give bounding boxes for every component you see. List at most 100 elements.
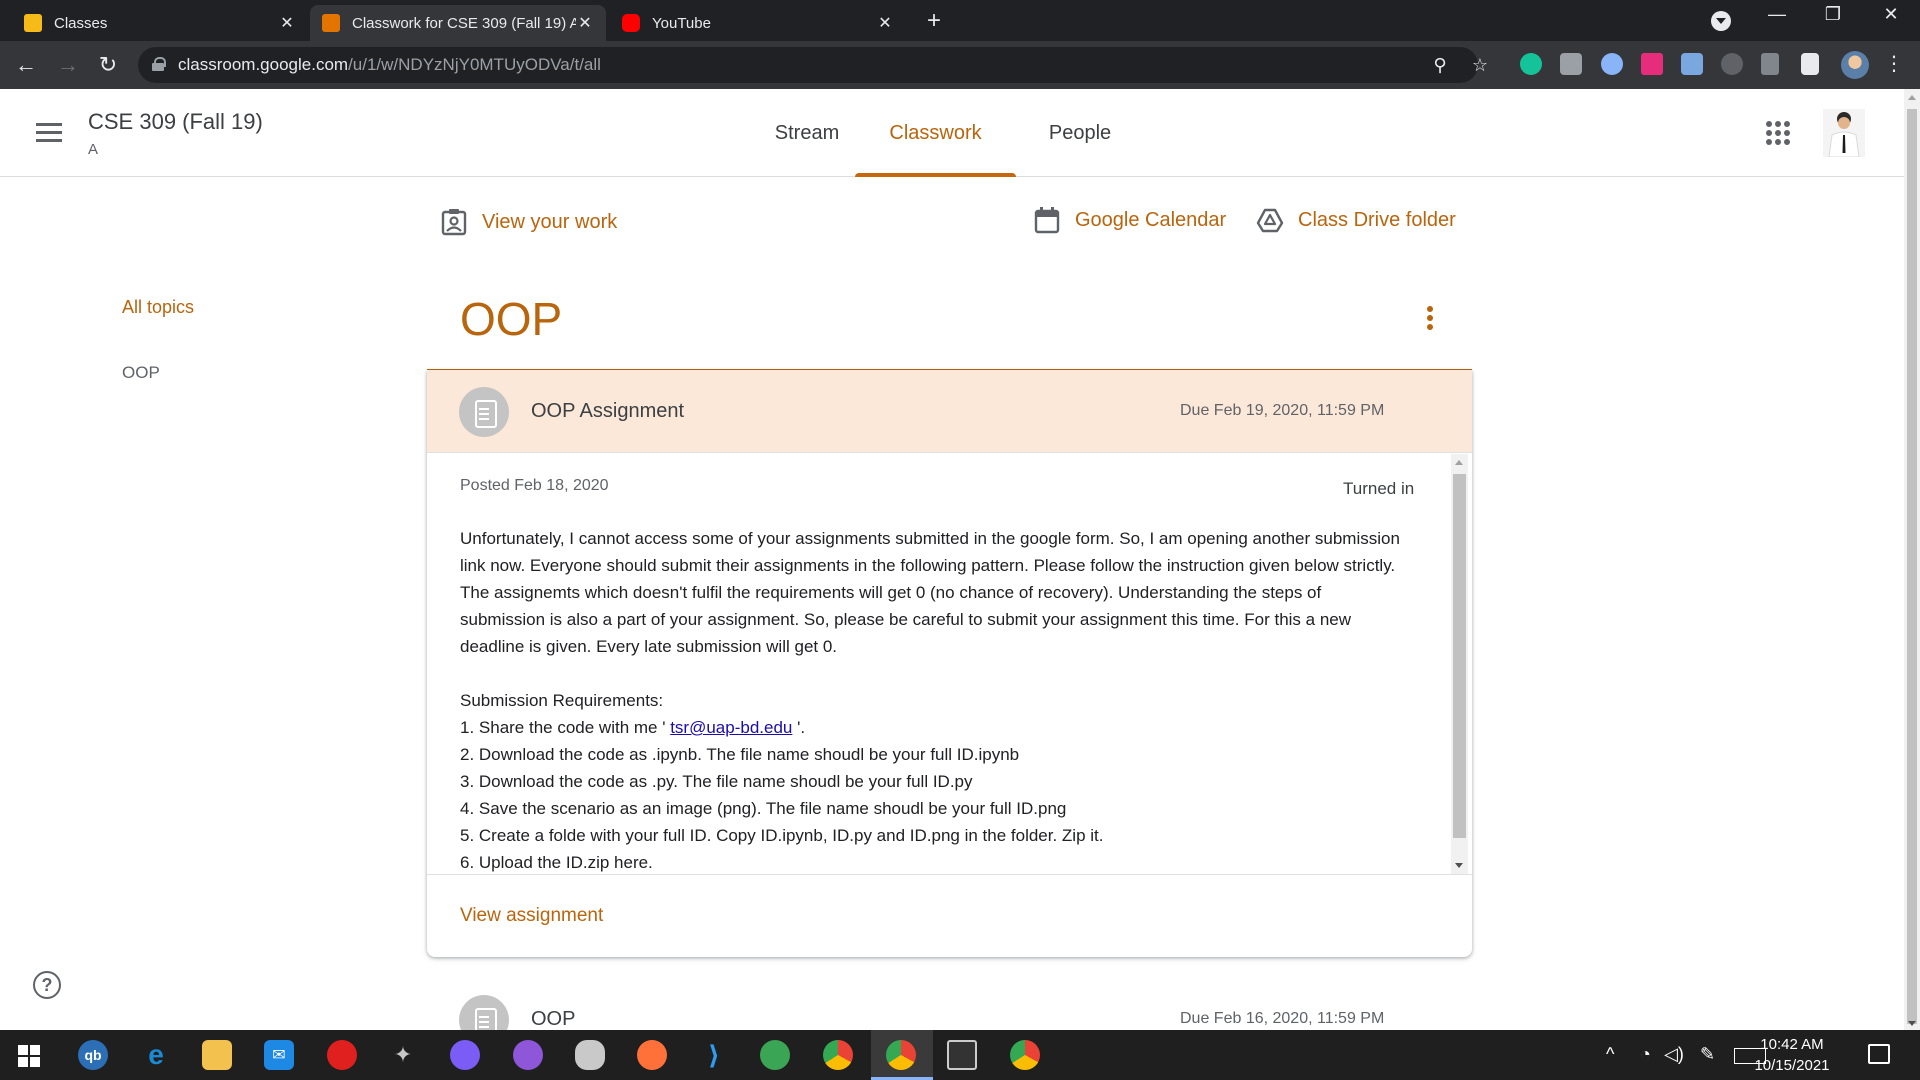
window-close-icon[interactable]: ✕ — [1876, 4, 1906, 25]
zoom-icon[interactable]: ⚲ — [1430, 55, 1450, 75]
scroll-down-icon[interactable] — [1455, 863, 1463, 868]
chrome-menu-icon[interactable]: ⋮ — [1884, 53, 1904, 75]
extension-icon[interactable] — [1721, 53, 1743, 75]
messenger-icon[interactable] — [450, 1040, 480, 1070]
play-extension-icon[interactable] — [1641, 53, 1663, 75]
posted-date: Posted Feb 18, 2020 — [460, 477, 609, 494]
scroll-up-icon[interactable] — [1455, 460, 1463, 465]
satellite-app-icon[interactable]: ✦ — [388, 1040, 418, 1070]
vscode-icon[interactable]: ⟩ — [699, 1040, 729, 1070]
assignment-title: OOP Assignment — [531, 400, 685, 422]
topic-more-options-icon[interactable] — [1426, 306, 1434, 334]
address-bar[interactable]: classroom.google.com/u/1/w/NDYzNjY0MTUyO… — [138, 47, 1488, 83]
chrome-icon[interactable] — [823, 1040, 853, 1070]
system-clock[interactable]: 10:42 AM 10/15/2021 — [1744, 1034, 1840, 1076]
browser-tab-bar: Classes ✕ Classwork for CSE 309 (Fall 19… — [0, 0, 1920, 41]
qb-app-icon[interactable]: qb — [78, 1040, 108, 1070]
menu-icon[interactable] — [36, 123, 62, 143]
earth-app-icon[interactable] — [760, 1040, 790, 1070]
next-assignment-row[interactable]: OOP Due Feb 16, 2020, 11:59 PM — [427, 990, 1472, 1030]
google-calendar-label: Google Calendar — [1075, 208, 1227, 231]
requirement-item: 6. Upload the ID.zip here. — [460, 853, 653, 872]
download-extension-icon[interactable] — [1681, 53, 1703, 75]
edge-icon[interactable]: e — [141, 1039, 171, 1070]
assignment-description: Unfortunately, I cannot access some of y… — [460, 525, 1400, 874]
wifi-icon[interactable]: ◔ — [1640, 1044, 1651, 1065]
pen-icon[interactable]: ✎ — [1700, 1044, 1715, 1065]
close-icon[interactable]: ✕ — [576, 13, 594, 33]
class-title[interactable]: CSE 309 (Fall 19) — [88, 109, 263, 135]
all-topics-link[interactable]: All topics — [122, 297, 194, 318]
paint-icon[interactable] — [575, 1040, 605, 1070]
bookmark-star-icon[interactable]: ☆ — [1470, 55, 1490, 75]
status-badge: Turned in — [1343, 479, 1415, 498]
profile-avatar-icon[interactable] — [1841, 51, 1869, 79]
class-drive-folder-link[interactable]: Class Drive folder — [1256, 206, 1456, 234]
pen-extension-icon[interactable] — [1761, 53, 1779, 75]
puzzle-extensions-icon[interactable] — [1801, 53, 1819, 75]
assignment-icon — [459, 995, 509, 1030]
tab-title: Classes — [54, 14, 108, 32]
opera-icon[interactable] — [327, 1040, 357, 1070]
grammarly-extension-icon[interactable] — [1520, 53, 1542, 75]
lock-icon — [152, 57, 166, 71]
back-icon[interactable]: ← — [12, 51, 40, 79]
scroll-up-icon[interactable] — [1908, 95, 1916, 100]
requirement-item: 2. Download the code as .ipynb. The file… — [460, 745, 1020, 764]
firefox-icon[interactable] — [637, 1040, 667, 1070]
show-hidden-icons-icon[interactable]: ^ — [1606, 1044, 1614, 1065]
help-icon[interactable]: ? — [33, 971, 61, 999]
tab-classwork[interactable]: Classwork — [855, 89, 1016, 177]
terminal-icon[interactable] — [947, 1040, 977, 1070]
page-scrollbar[interactable] — [1904, 89, 1920, 1030]
tab-classes[interactable]: Classes ✕ — [12, 5, 308, 41]
google-drive-icon — [1256, 208, 1284, 233]
tab-classwork[interactable]: Classwork for CSE 309 (Fall 19) A ✕ — [310, 5, 606, 41]
view-your-work-link[interactable]: View your work — [440, 208, 617, 236]
google-apps-icon[interactable] — [1766, 121, 1790, 145]
chrome-active-icon[interactable] — [886, 1040, 916, 1070]
assignment-person-icon — [441, 209, 467, 236]
assignment-card-header[interactable]: OOP Assignment Due Feb 19, 2020, 11:59 P… — [427, 370, 1472, 453]
assignment-title: OOP — [531, 1008, 576, 1030]
classroom-favicon-icon — [322, 14, 340, 32]
url-text: classroom.google.com/u/1/w/NDYzNjY0MTUyO… — [178, 55, 601, 74]
scroll-down-icon[interactable] — [1908, 1021, 1916, 1026]
windows-start-icon[interactable] — [18, 1045, 40, 1067]
notification-icon[interactable] — [1868, 1044, 1890, 1064]
chrome-profile-icon[interactable] — [1010, 1040, 1040, 1070]
close-icon[interactable]: ✕ — [278, 13, 296, 33]
windows-taskbar: qb e ✉ ✦ ⟩ ^ ◔ ◁) ✎ 10:42 AM 10/15/2021 — [0, 1030, 1920, 1080]
tab-title: YouTube — [652, 14, 711, 32]
calendar-icon — [1034, 207, 1060, 234]
tab-stream[interactable]: Stream — [740, 89, 874, 177]
user-avatar[interactable] — [1823, 109, 1865, 157]
camera-extension-icon[interactable] — [1560, 53, 1582, 75]
minimize-icon[interactable]: — — [1762, 4, 1792, 25]
email-link[interactable]: tsr@uap-bd.edu — [670, 718, 792, 737]
assignment-card: OOP Assignment Due Feb 19, 2020, 11:59 P… — [427, 370, 1472, 957]
google-calendar-link[interactable]: Google Calendar — [1033, 206, 1226, 234]
scroll-thumb[interactable] — [1453, 474, 1466, 838]
tab-people[interactable]: People — [1040, 89, 1120, 177]
file-explorer-icon[interactable] — [202, 1040, 232, 1070]
reload-icon[interactable]: ↻ — [94, 51, 122, 79]
clock-time: 10:42 AM — [1760, 1036, 1824, 1053]
tab-search-icon[interactable] — [1711, 11, 1731, 31]
close-icon[interactable]: ✕ — [876, 13, 894, 33]
mail-icon[interactable]: ✉ — [264, 1040, 294, 1070]
forward-icon[interactable]: → — [54, 51, 82, 79]
tab-youtube[interactable]: YouTube ✕ — [610, 5, 906, 41]
volume-icon[interactable]: ◁) — [1664, 1044, 1684, 1065]
description-scrollbar[interactable] — [1451, 454, 1468, 874]
scroll-thumb[interactable] — [1907, 109, 1917, 1024]
requirement-item: 4. Save the scenario as an image (png). … — [460, 799, 1067, 818]
class-section: A — [88, 141, 99, 158]
view-assignment-link[interactable]: View assignment — [460, 905, 603, 927]
sidebar-topic-oop[interactable]: OOP — [122, 363, 160, 383]
github-icon[interactable] — [513, 1040, 543, 1070]
new-tab-icon[interactable]: + — [920, 8, 948, 36]
extension-icon[interactable] — [1601, 53, 1623, 75]
restore-icon[interactable]: ❐ — [1818, 4, 1848, 25]
topic-title: OOP — [460, 293, 563, 345]
